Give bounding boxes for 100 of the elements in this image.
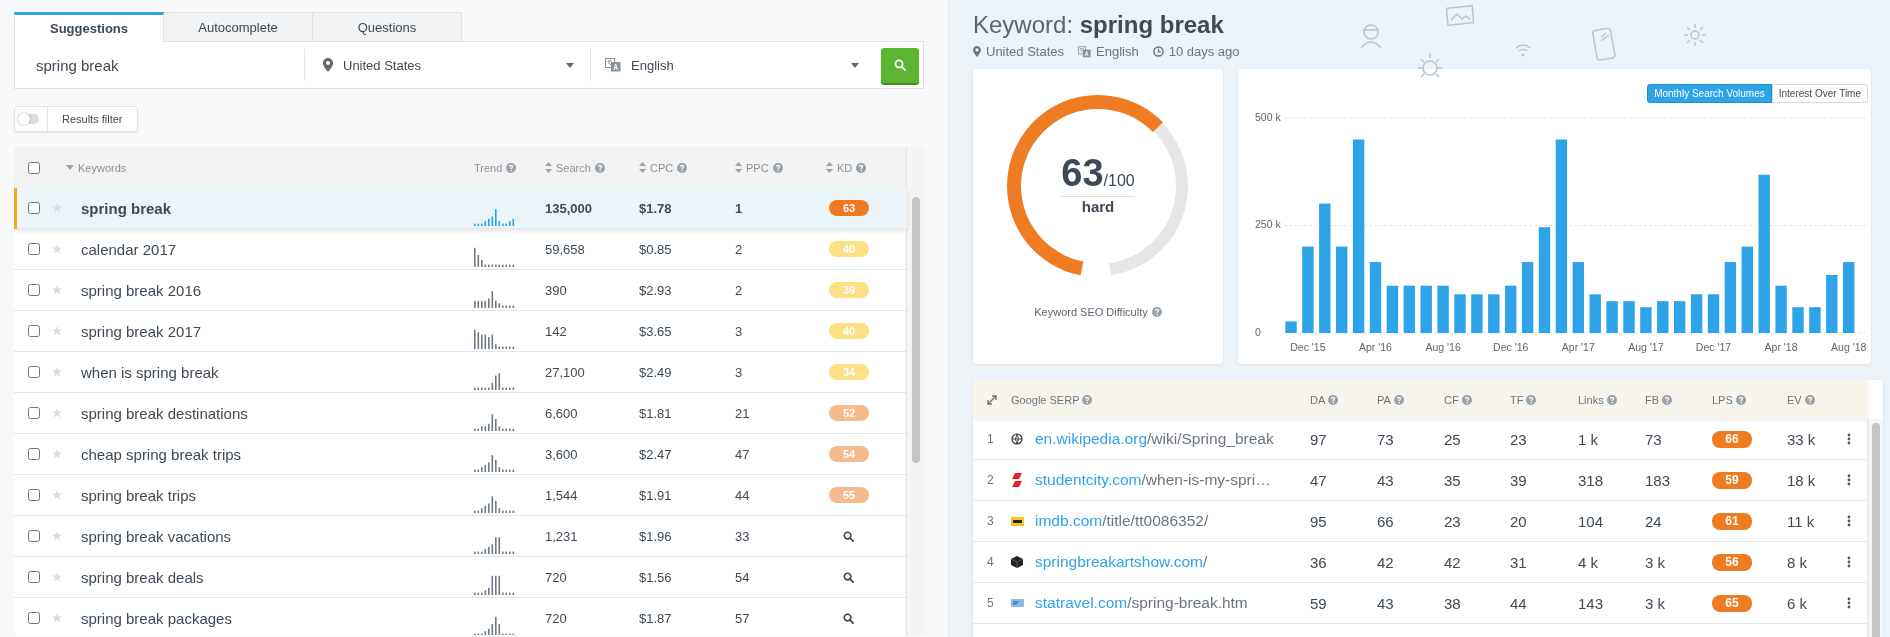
checkbox[interactable] [28,489,40,501]
keyword-field[interactable]: spring break [36,56,286,74]
tab[interactable]: Questions [312,12,462,41]
cpc-value: $0.85 [639,241,673,257]
trend-sparkline [474,493,516,513]
column-header[interactable]: PA [1377,393,1391,406]
trend-sparkline [474,329,516,349]
star-icon[interactable] [52,203,62,213]
select-all-checkbox[interactable] [28,161,40,174]
checkbox[interactable] [28,530,40,542]
keyword-text: spring break vacations [80,527,233,545]
more-icon[interactable] [1847,597,1851,609]
metric-value: 36 [1310,553,1328,571]
star-icon[interactable] [52,326,62,336]
star-icon[interactable] [52,613,62,623]
result-link[interactable]: en.wikipedia.org/wiki/Spring_break [1035,430,1310,448]
checkbox[interactable] [28,448,40,460]
star-icon[interactable] [52,408,62,418]
checkbox[interactable] [28,612,40,624]
search-icon[interactable] [843,612,854,624]
stripes-icon [1011,473,1023,487]
tablet-icon [1592,28,1618,62]
column-header[interactable]: TF [1510,393,1524,406]
result-link[interactable]: studentcity.com/when-is-my-spri… [1035,471,1310,489]
keyword-row[interactable]: when is spring break 27,100 $2.49 3 34 [14,352,907,393]
keyword-row[interactable]: spring break trips 1,544 $1.91 44 55 [14,475,907,516]
sort-icon [735,162,742,173]
help-icon [1526,394,1537,405]
star-icon[interactable] [52,572,62,582]
metric-value: 23 [1510,430,1528,448]
keyword-row[interactable]: cheap spring break trips 3,600 $2.47 47 54 [14,434,907,475]
column-header[interactable]: LPS [1712,393,1733,406]
keyword-row[interactable]: spring break destinations 6,600 $1.81 21 52 [14,393,907,434]
checkbox[interactable] [28,284,40,296]
help-icon [1735,394,1746,405]
difficulty-badge: 63 [829,200,869,216]
cpc-value: $1.78 [639,200,673,216]
star-icon[interactable] [52,449,62,459]
checkbox[interactable] [28,325,40,337]
search-icon[interactable] [843,530,854,542]
result-link[interactable]: statravel.com/spring-break.htm [1035,594,1310,612]
column-header[interactable]: EV [1787,393,1802,406]
more-icon[interactable] [1847,515,1851,527]
metric-value: 59 [1310,594,1328,612]
difficulty-badge: 40 [829,241,869,257]
scrollbar[interactable] [1867,419,1883,637]
expand-icon[interactable] [987,394,997,405]
star-icon[interactable] [52,490,62,500]
location-label: United States [986,44,1065,59]
keyword-row[interactable]: spring break vacations 1,231 $1.96 33 [14,516,907,557]
keyword-row[interactable]: spring break 135,000 $1.78 1 63 [14,188,907,229]
star-icon[interactable] [52,531,62,541]
checkbox[interactable] [28,366,40,378]
checkbox[interactable] [28,407,40,419]
star-icon[interactable] [52,285,62,295]
metric-value: 3 k [1645,553,1666,571]
search-button[interactable] [881,47,919,83]
ppc-value: 57 [735,610,751,626]
more-icon[interactable] [1847,474,1851,486]
trend-sparkline [474,616,516,635]
toggle-switch[interactable] [19,114,39,124]
keyword-row[interactable]: spring break 2016 390 $2.93 2 39 [14,270,907,311]
difficulty-badge: 54 [829,446,869,462]
tab[interactable]: Autocomplete [163,12,313,41]
checkbox[interactable] [28,571,40,583]
cpc-value: $2.49 [639,364,673,380]
search-icon[interactable] [843,571,854,583]
scrollbar[interactable] [906,147,925,635]
language-dropdown[interactable]: English [591,49,871,81]
checkbox[interactable] [28,202,40,214]
column-header[interactable]: Links [1578,393,1604,406]
difficulty-badge: 55 [829,487,869,503]
checkbox[interactable] [28,243,40,255]
result-link[interactable]: springbreakartshow.com/ [1035,553,1310,571]
trend-sparkline [474,575,516,595]
cpc-value: $1.87 [639,610,673,626]
sort-icon [639,162,646,173]
column-header[interactable]: FB [1645,393,1660,406]
star-icon[interactable] [52,244,62,254]
lps-badge: 66 [1712,430,1752,448]
column-header[interactable]: CF [1444,393,1459,406]
keyword-row[interactable]: spring break deals 720 $1.56 54 [14,557,907,598]
view-toggle[interactable]: Interest Over Time [1771,84,1868,103]
metric-value: 1 k [1578,430,1599,448]
column-header[interactable]: DA [1310,393,1326,406]
metric-value: 33 k [1787,430,1817,448]
rank-number: 5 [986,596,995,610]
keyword-row[interactable]: spring break 2017 142 $3.65 3 40 [14,311,907,352]
result-link[interactable]: imdb.com/title/tt0086352/ [1035,512,1310,530]
metric-value: 35 [1444,471,1462,489]
star-icon[interactable] [52,367,62,377]
person-icon [1359,22,1383,48]
more-icon[interactable] [1847,556,1851,568]
metric-value: 183 [1645,471,1672,489]
location-dropdown[interactable]: United States [305,49,591,81]
metric-value: 25 [1444,430,1462,448]
help-icon [1606,394,1617,405]
keyword-row[interactable]: calendar 2017 59,658 $0.85 2 40 [14,229,907,270]
more-icon[interactable] [1847,433,1851,445]
tab[interactable]: Suggestions [14,12,164,42]
